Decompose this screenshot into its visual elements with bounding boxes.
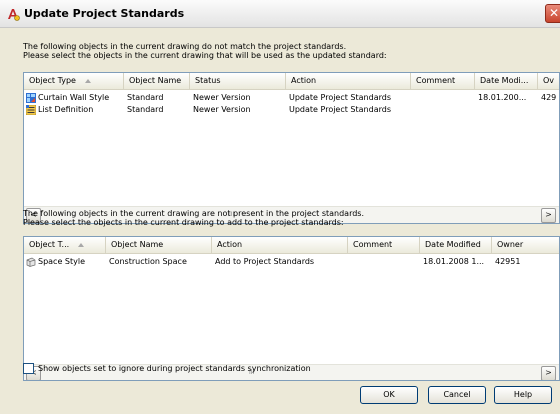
sort-ascending-icon	[78, 242, 85, 247]
date-modified-cell: 18.01.200...	[478, 93, 527, 102]
object-type-cell: Curtain Wall Style	[38, 93, 110, 102]
action-cell[interactable]: Update Project Standards	[286, 104, 411, 116]
lower-intro-line-2: Please select the objects in the current…	[23, 218, 344, 227]
object-type-cell: List Definition	[38, 105, 94, 114]
date-modified-cell: 18.01.2008 1...	[423, 257, 485, 266]
table-row[interactable]: Space Style Construction Space Add to Pr…	[24, 256, 559, 268]
column-header-object-name[interactable]: Object Name	[124, 73, 190, 90]
upper-intro-line-2: Please select the objects in the current…	[23, 51, 387, 60]
mismatched-list-header: Object Type Object Name Status Action Co…	[24, 73, 559, 90]
mismatched-objects-list[interactable]: Object Type Object Name Status Action Co…	[23, 72, 560, 224]
table-row[interactable]: List Definition Standard Newer Version U…	[24, 104, 559, 116]
space-style-icon	[26, 257, 36, 267]
comment-cell[interactable]	[348, 256, 420, 268]
object-type-cell: Space Style	[38, 257, 86, 266]
object-name-cell: Construction Space	[109, 257, 187, 266]
help-button[interactable]: Help	[494, 386, 552, 404]
ok-button[interactable]: OK	[360, 386, 418, 404]
owner-cell	[538, 104, 559, 116]
action-cell[interactable]: Add to Project Standards	[212, 256, 348, 268]
owner-cell: 42951	[495, 257, 521, 266]
status-cell: Newer Version	[193, 93, 251, 102]
list-definition-icon	[26, 104, 36, 115]
column-header-object-type[interactable]: Object Type	[24, 73, 124, 90]
column-header-status[interactable]: Status	[190, 73, 286, 90]
lower-intro-line-1: The following objects in the current dra…	[23, 209, 365, 218]
owner-cell: 429	[541, 93, 557, 102]
column-header-owner[interactable]: Ov	[538, 73, 559, 90]
column-header-owner[interactable]: Owner	[492, 237, 559, 254]
object-name-cell: Standard	[127, 105, 164, 114]
column-header-action[interactable]: Action	[212, 237, 348, 254]
cancel-button[interactable]: Cancel	[428, 386, 486, 404]
column-header-date-modified[interactable]: Date Modi...	[475, 73, 538, 90]
date-modified-cell	[475, 104, 538, 116]
column-header-action[interactable]: Action	[286, 73, 411, 90]
curtain-wall-style-icon	[26, 92, 36, 103]
scroll-right-icon[interactable]: >	[541, 366, 556, 380]
dialog-body: The following objects in the current dra…	[0, 28, 560, 414]
column-header-object-name[interactable]: Object Name	[106, 237, 212, 254]
column-header-comment[interactable]: Comment	[411, 73, 475, 90]
close-button[interactable]: ✕	[545, 4, 560, 23]
update-project-standards-dialog: Update Project Standards ✕ The following…	[0, 0, 560, 414]
comment-cell[interactable]	[411, 92, 475, 104]
action-cell[interactable]: Update Project Standards	[286, 92, 411, 104]
table-row[interactable]: Curtain Wall Style Standard Newer Versio…	[24, 92, 559, 104]
column-header-object-type[interactable]: Object T...	[24, 237, 106, 254]
status-cell: Newer Version	[193, 105, 251, 114]
show-ignored-label: Show objects set to ignore during projec…	[38, 364, 311, 373]
object-name-cell: Standard	[127, 93, 164, 102]
autocad-app-icon	[8, 9, 20, 21]
missing-list-header: Object T... Object Name Action Comment D…	[24, 237, 559, 254]
upper-intro-line-1: The following objects in the current dra…	[23, 42, 347, 51]
column-header-date-modified[interactable]: Date Modified	[420, 237, 492, 254]
column-header-comment[interactable]: Comment	[348, 237, 420, 254]
close-icon: ✕	[549, 6, 560, 20]
dialog-title: Update Project Standards	[24, 7, 185, 20]
missing-objects-list[interactable]: Object T... Object Name Action Comment D…	[23, 236, 560, 381]
scroll-right-icon[interactable]: >	[541, 208, 556, 223]
comment-cell[interactable]	[411, 104, 475, 116]
sort-ascending-icon	[84, 78, 91, 83]
title-bar[interactable]: Update Project Standards ✕	[0, 0, 560, 28]
show-ignored-checkbox[interactable]	[23, 363, 34, 374]
